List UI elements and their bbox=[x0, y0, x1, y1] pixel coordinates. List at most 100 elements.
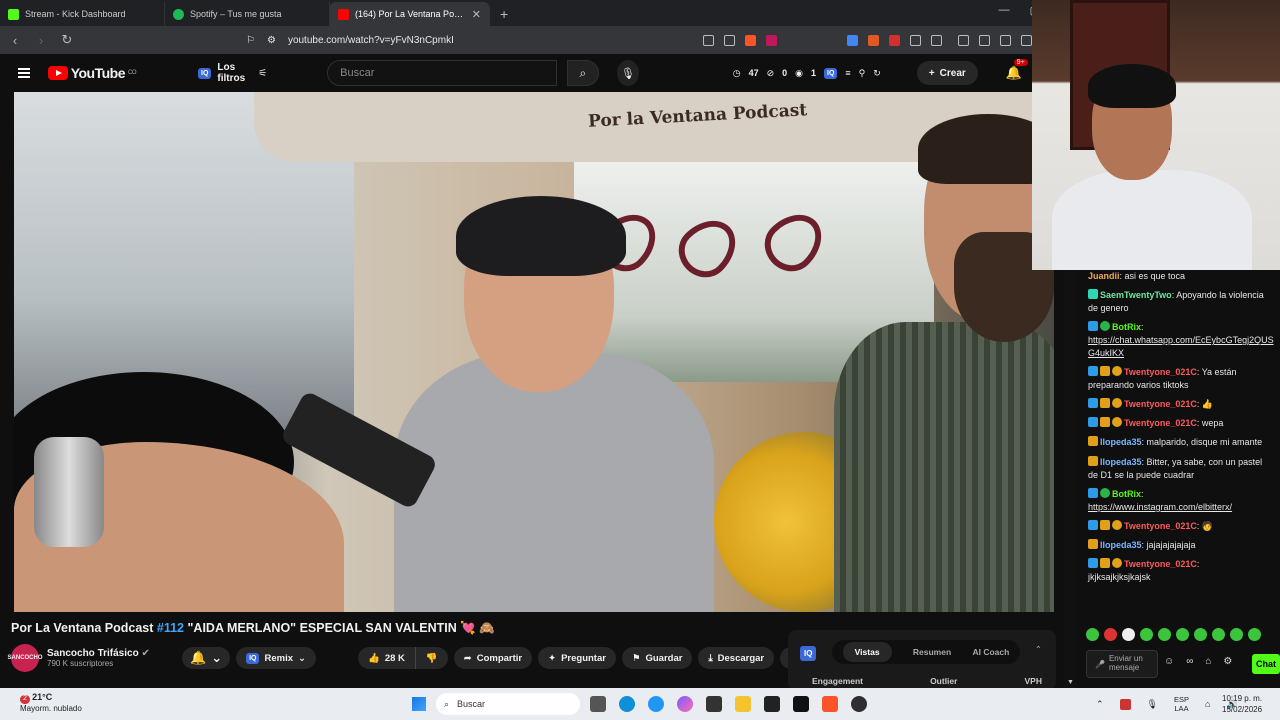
emote-icon[interactable] bbox=[1176, 628, 1189, 641]
chat-username[interactable]: Juandii bbox=[1088, 271, 1120, 281]
app-tray-icon[interactable] bbox=[1119, 698, 1131, 710]
reload-icon[interactable]: ↻ bbox=[60, 32, 74, 48]
chat-username[interactable]: BotRix bbox=[1112, 322, 1141, 332]
wallet-icon[interactable] bbox=[1000, 34, 1011, 46]
emote-icon[interactable] bbox=[1122, 628, 1135, 641]
store-icon[interactable]: ⌂ bbox=[1205, 656, 1211, 667]
brave-rewards-icon[interactable] bbox=[766, 34, 777, 46]
leo-icon[interactable] bbox=[1021, 34, 1032, 46]
refresh-icon[interactable]: ↻ bbox=[873, 68, 881, 79]
chevron-up-icon[interactable]: ⌃ bbox=[1096, 699, 1104, 710]
chrome-icon[interactable] bbox=[648, 696, 664, 712]
emote-icon[interactable] bbox=[1248, 628, 1261, 641]
share-button[interactable]: ➦ Compartir bbox=[453, 647, 533, 669]
settings-icon[interactable]: ⚙ bbox=[1223, 656, 1232, 667]
edge-icon[interactable] bbox=[619, 696, 635, 712]
file-explorer-icon[interactable] bbox=[735, 696, 751, 712]
extension-icon[interactable] bbox=[868, 34, 879, 46]
youtube-logo[interactable]: YouTube CO bbox=[47, 65, 137, 81]
list-icon[interactable]: ≡ bbox=[845, 68, 850, 78]
share-icon[interactable] bbox=[724, 34, 735, 46]
tab-spotify[interactable]: Spotify – Tus me gusta bbox=[165, 2, 330, 26]
iq-badge[interactable]: IQ bbox=[824, 67, 838, 79]
channel-name[interactable]: Sancocho Trifásico ✔ bbox=[47, 648, 150, 659]
chat-link[interactable]: https://chat.whatsapp.com/EcEybcGTegj2QU… bbox=[1088, 335, 1274, 358]
chat-username[interactable]: Twentyone_021C bbox=[1124, 367, 1197, 377]
chat-input[interactable]: 🎤 Enviar un mensaje bbox=[1086, 650, 1158, 678]
title-hashtag[interactable]: #112 bbox=[157, 621, 184, 635]
emote-icon[interactable] bbox=[1212, 628, 1225, 641]
capcut-icon[interactable] bbox=[793, 696, 809, 712]
chat-username[interactable]: llореda35 bbox=[1100, 437, 1142, 447]
search-input[interactable]: Buscar bbox=[327, 60, 557, 86]
new-tab-button[interactable]: + bbox=[490, 6, 518, 26]
music-icon[interactable] bbox=[958, 34, 969, 46]
emote-icon[interactable] bbox=[1230, 628, 1243, 641]
translate-icon[interactable] bbox=[847, 34, 858, 46]
copilot-icon[interactable] bbox=[677, 696, 693, 712]
minimize-icon[interactable]: — bbox=[999, 4, 1010, 17]
subscribe-bell-button[interactable]: 🔔 ⌄ bbox=[182, 647, 231, 669]
windows-start-icon[interactable] bbox=[412, 697, 426, 711]
obs-icon[interactable] bbox=[851, 696, 867, 712]
remix-button[interactable]: IQ Remix ⌄ bbox=[236, 647, 316, 669]
task-view-icon[interactable] bbox=[590, 696, 606, 712]
sidebar-icon[interactable] bbox=[979, 34, 990, 46]
bookmark-icon[interactable]: ⚐ bbox=[246, 35, 255, 46]
chat-username[interactable]: Twentyone_021C bbox=[1124, 559, 1197, 569]
emote-icon[interactable] bbox=[1194, 628, 1207, 641]
pin-icon[interactable]: ⚲ bbox=[859, 68, 866, 79]
save-button[interactable]: ⚑ Guardar bbox=[621, 647, 693, 669]
emote-icon[interactable] bbox=[1104, 628, 1117, 641]
emote-icon[interactable] bbox=[1086, 628, 1099, 641]
chat-username[interactable]: Twentyone_021C bbox=[1124, 521, 1197, 531]
create-button[interactable]: + Crear bbox=[916, 61, 978, 85]
mic-icon[interactable]: 🎤 bbox=[1095, 660, 1105, 669]
network-icon[interactable]: ⌂ bbox=[1205, 699, 1210, 709]
language-indicator[interactable]: ESP LAA bbox=[1174, 695, 1189, 713]
link-icon[interactable]: ∞ bbox=[1186, 656, 1193, 667]
brave-shield-icon[interactable] bbox=[745, 34, 756, 46]
site-info-icon[interactable]: ⚙ bbox=[267, 35, 276, 46]
ask-button[interactable]: ✦ Preguntar bbox=[538, 647, 616, 669]
puzzle-icon[interactable] bbox=[910, 34, 921, 46]
scroll-down-icon[interactable]: ▼ bbox=[1067, 679, 1074, 686]
chat-username[interactable]: BotRix bbox=[1112, 489, 1141, 499]
tab-kick[interactable]: Stream - Kick Dashboard bbox=[0, 2, 165, 26]
emote-icon[interactable] bbox=[1140, 628, 1153, 641]
iq-badge[interactable]: IQ bbox=[800, 646, 817, 661]
weather-widget[interactable]: 2 21°C Mayorm. nublado bbox=[20, 692, 82, 714]
tab-ai-coach[interactable]: AI Coach bbox=[972, 647, 1009, 657]
emote-picker-icon[interactable]: ☺ bbox=[1164, 656, 1174, 667]
chat-username[interactable]: Twentyone_021C bbox=[1124, 418, 1197, 428]
send-chat-button[interactable]: Chat bbox=[1252, 654, 1280, 674]
url-field[interactable]: ⚐ ⚙ youtube.com/watch?v=yFvN3nCpmkI bbox=[86, 29, 691, 51]
brave-icon[interactable] bbox=[822, 696, 838, 712]
chat-username[interactable]: llореda35 bbox=[1100, 540, 1142, 550]
notifications-button[interactable]: 🔔 9+ bbox=[1006, 59, 1028, 81]
extension-icon[interactable] bbox=[889, 34, 900, 46]
video-player[interactable]: Por la Ventana Podcast bbox=[14, 92, 1054, 612]
tab-resumen[interactable]: Resumen bbox=[913, 647, 951, 657]
channel-avatar[interactable]: SANCOCHO bbox=[8, 644, 43, 672]
search-button[interactable]: ⌕ bbox=[566, 60, 599, 86]
store-icon[interactable] bbox=[706, 696, 722, 712]
taskbar-clock[interactable]: 10:19 p. m. 15/02/2026 bbox=[1222, 693, 1262, 715]
chat-link[interactable]: https://www.instagram.com/elbitterx/ bbox=[1088, 502, 1232, 512]
dislike-button[interactable]: 👎 bbox=[415, 647, 448, 669]
chat-username[interactable]: SaemTwentyTwo bbox=[1100, 290, 1172, 300]
screenshot-icon[interactable] bbox=[931, 34, 942, 46]
taskbar-search[interactable]: ⌕ Buscar bbox=[436, 693, 580, 715]
filters-button[interactable]: IQ Los filtros ⚟ bbox=[198, 62, 267, 84]
hamburger-menu-icon[interactable] bbox=[18, 68, 30, 78]
close-tab-icon[interactable]: ✕ bbox=[472, 8, 481, 21]
forward-icon[interactable]: › bbox=[34, 33, 48, 48]
collapse-icon[interactable]: ⌃ bbox=[1035, 644, 1042, 655]
like-button[interactable]: 👍 28 K bbox=[357, 647, 416, 669]
voice-search-button[interactable]: 🎙 bbox=[616, 60, 639, 86]
tab-youtube[interactable]: (164) Por La Ventana Podcast #1 ✕ bbox=[330, 2, 490, 26]
emote-icon[interactable] bbox=[1158, 628, 1171, 641]
microphone-icon[interactable]: 🎙 bbox=[1147, 699, 1158, 710]
chat-username[interactable]: Twentyone_021C bbox=[1124, 399, 1197, 409]
back-icon[interactable]: ‹ bbox=[8, 33, 22, 48]
